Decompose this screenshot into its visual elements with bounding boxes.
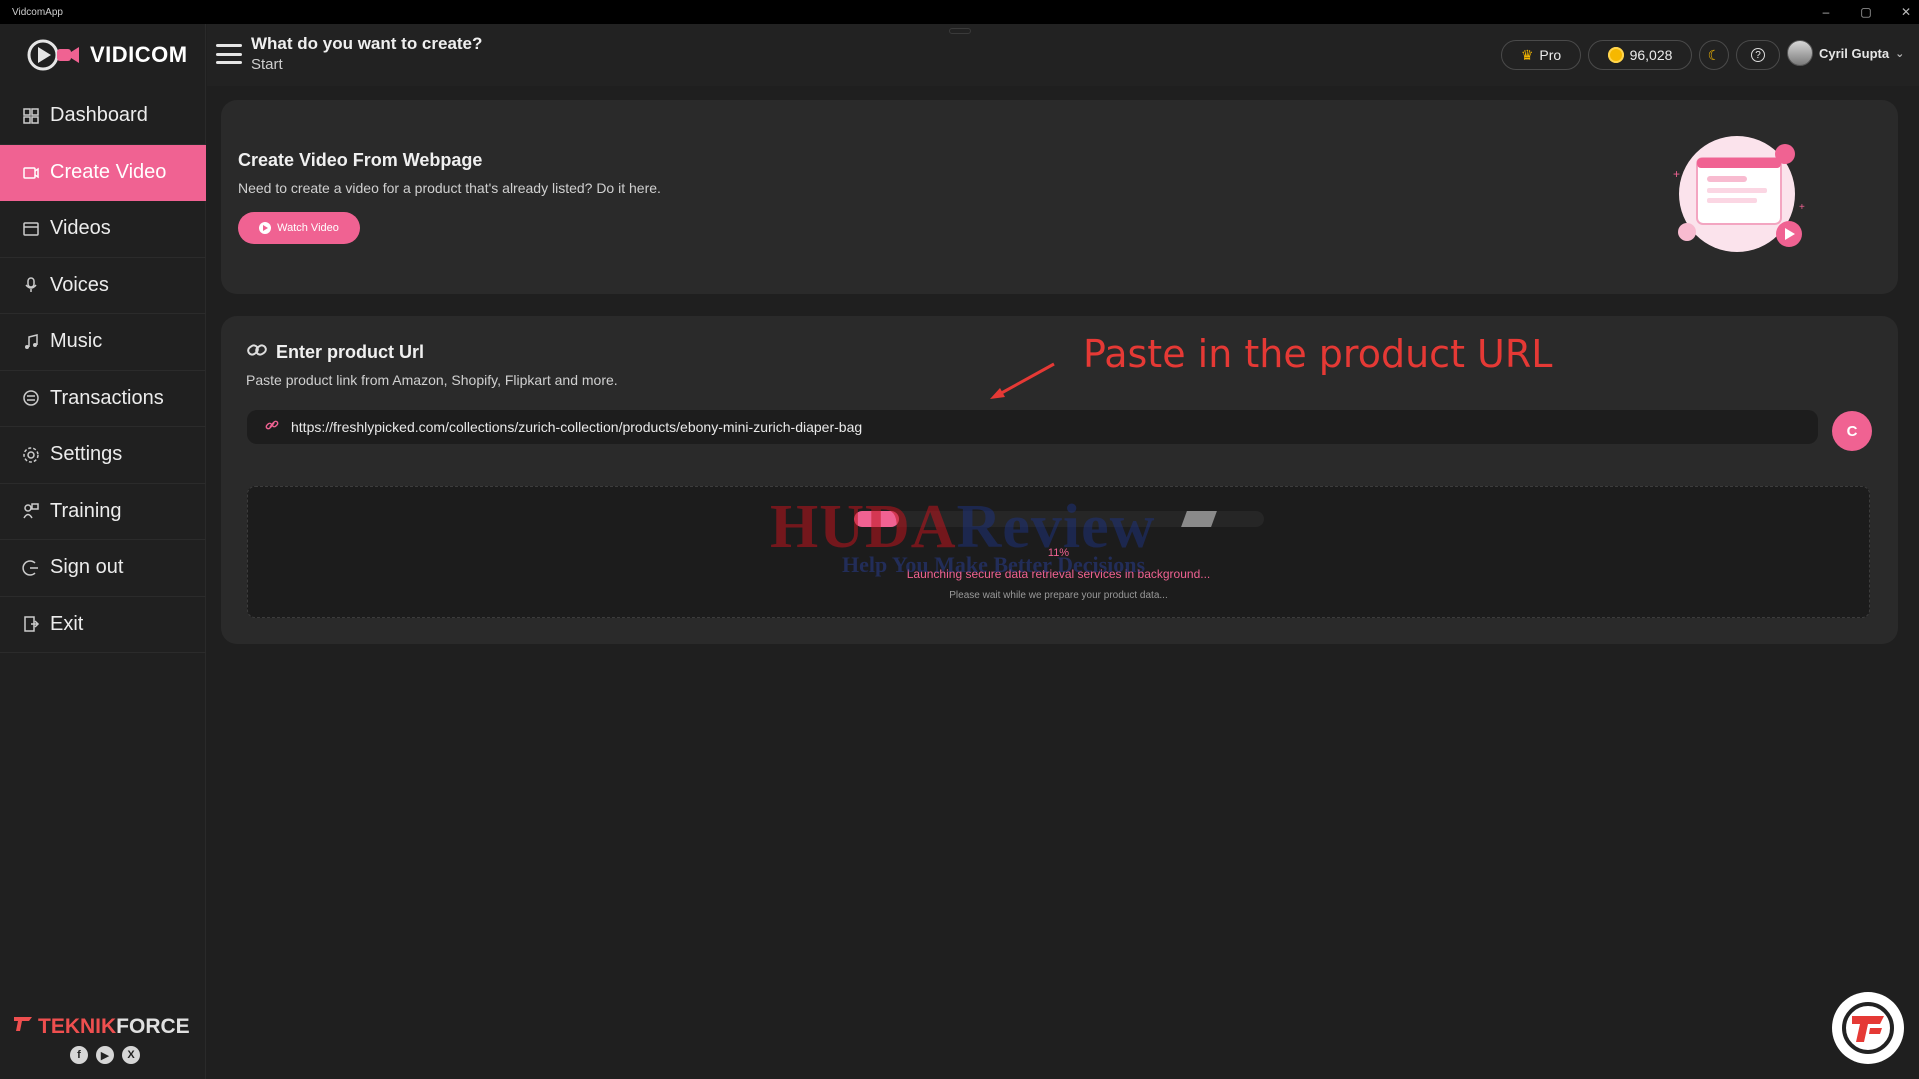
webpage-illustration-icon: + + xyxy=(1667,130,1809,260)
window-title: VidcomApp xyxy=(12,6,63,18)
help-button[interactable]: ? xyxy=(1736,40,1780,70)
theme-toggle[interactable]: ☾ xyxy=(1699,40,1729,70)
help-icon: ? xyxy=(1751,48,1765,62)
progress-status: Launching secure data retrieval services… xyxy=(906,567,1211,581)
x-icon[interactable]: X xyxy=(122,1046,140,1064)
user-name: Cyril Gupta xyxy=(1819,45,1890,61)
social-links: f ▶ X xyxy=(70,1046,190,1064)
minimize-icon[interactable]: – xyxy=(1819,5,1833,19)
sidebar-item-dashboard[interactable]: Dashboard xyxy=(0,88,206,145)
plan-label: Pro xyxy=(1539,47,1562,63)
sidebar-item-label: Voices xyxy=(50,273,109,296)
user-menu[interactable]: Cyril Gupta ⌄ xyxy=(1787,40,1904,66)
teknikforce-logo-icon xyxy=(12,1014,34,1040)
microphone-icon xyxy=(22,276,40,294)
link-icon xyxy=(246,341,268,364)
product-url-card: Enter product Url Paste product link fro… xyxy=(221,316,1898,644)
progress-percent: 11% xyxy=(1047,547,1070,559)
app-logo[interactable]: VIDICOM xyxy=(26,38,188,72)
annotation-arrow-icon xyxy=(990,362,1055,399)
progress-wait-text: Please wait while we prepare your produc… xyxy=(949,590,1168,601)
teknikforce-corner-logo-icon xyxy=(1832,992,1904,1064)
sidebar-item-label: Create Video xyxy=(50,161,167,184)
sidebar-item-settings[interactable]: Settings xyxy=(0,427,206,484)
teknikforce-brand: TEKNIK FORCE f ▶ X xyxy=(12,1014,190,1064)
sidebar-item-voices[interactable]: Voices xyxy=(0,258,206,314)
url-link-icon xyxy=(265,418,279,437)
url-field-wrapper xyxy=(247,410,1818,444)
brand-footer-left: TEKNIK xyxy=(38,1015,117,1038)
product-url-input[interactable] xyxy=(291,410,1818,444)
sidebar-item-create-video[interactable]: Create Video xyxy=(0,144,206,201)
progress-bar xyxy=(854,511,1264,527)
window-controls: – ▢ ✕ xyxy=(1819,0,1913,24)
maximize-icon[interactable]: ▢ xyxy=(1859,5,1873,19)
fetch-product-button[interactable]: C xyxy=(1832,411,1872,451)
play-icon xyxy=(259,222,272,234)
brand-name: VIDICOM xyxy=(90,42,188,67)
avatar xyxy=(1787,40,1813,66)
sidebar-item-exit[interactable]: Exit xyxy=(0,597,206,653)
page-subtitle: Start xyxy=(251,56,283,73)
header: What do you want to create? Start ♛ Pro … xyxy=(207,24,1919,86)
sidebar-item-label: Training xyxy=(50,499,122,522)
dashboard-icon xyxy=(22,107,40,125)
sidebar-item-label: Transactions xyxy=(50,386,164,409)
sidebar-item-label: Dashboard xyxy=(50,104,148,127)
brand-footer-right: FORCE xyxy=(116,1015,190,1038)
sidebar-item-label: Sign out xyxy=(50,556,124,579)
sidebar-item-transactions[interactable]: Transactions xyxy=(0,371,206,427)
close-icon[interactable]: ✕ xyxy=(1899,5,1913,19)
chevron-down-icon: ⌄ xyxy=(1895,47,1905,60)
sign-out-icon xyxy=(22,559,40,577)
crown-icon: ♛ xyxy=(1520,46,1534,63)
sidebar-item-label: Music xyxy=(50,330,103,353)
svg-text:+: + xyxy=(1673,167,1680,181)
sidebar-nav: Dashboard Create Video Videos Voices Mus… xyxy=(0,88,206,653)
plan-badge[interactable]: ♛ Pro xyxy=(1501,40,1581,70)
credits-badge[interactable]: 96,028 xyxy=(1588,40,1692,70)
menu-toggle-icon[interactable] xyxy=(216,44,242,64)
go-label: C xyxy=(1846,422,1858,440)
sidebar-item-music[interactable]: Music xyxy=(0,314,206,371)
moon-icon: ☾ xyxy=(1707,46,1721,63)
sidebar-item-videos[interactable]: Videos xyxy=(0,201,206,258)
url-card-description: Paste product link from Amazon, Shopify,… xyxy=(246,372,618,388)
drag-handle[interactable] xyxy=(949,28,971,34)
sidebar: VIDICOM Dashboard Create Video Videos Vo… xyxy=(0,24,206,1079)
progress-panel: 11% Launching secure data retrieval serv… xyxy=(247,486,1870,618)
sidebar-item-training[interactable]: Training xyxy=(0,484,206,540)
watch-video-button[interactable]: Watch Video xyxy=(238,212,360,244)
facebook-icon[interactable]: f xyxy=(70,1046,88,1064)
progress-shimmer xyxy=(1181,511,1217,527)
webpage-card-title: Create Video From Webpage xyxy=(238,150,483,170)
music-icon xyxy=(22,333,40,351)
gear-icon xyxy=(22,446,40,464)
sidebar-item-sign-out[interactable]: Sign out xyxy=(0,540,206,597)
credits-value: 96,028 xyxy=(1629,47,1673,63)
progress-fill xyxy=(854,511,900,527)
create-video-icon xyxy=(22,164,40,182)
webpage-video-card: Create Video From Webpage Need to create… xyxy=(221,100,1898,294)
sidebar-item-label: Settings xyxy=(50,443,123,466)
webpage-card-description: Need to create a video for a product tha… xyxy=(238,180,661,196)
annotation-text: Paste in the product URL xyxy=(1083,332,1553,376)
svg-text:+: + xyxy=(1799,202,1805,213)
page-title: What do you want to create? xyxy=(251,34,483,53)
training-icon xyxy=(22,502,40,520)
sidebar-item-label: Exit xyxy=(50,612,84,635)
coin-icon xyxy=(1607,47,1624,63)
watch-video-label: Watch Video xyxy=(277,222,339,234)
videos-icon xyxy=(22,220,40,238)
vidicom-logo-icon xyxy=(26,38,82,72)
youtube-icon[interactable]: ▶ xyxy=(96,1046,114,1064)
exit-icon xyxy=(22,615,40,633)
sidebar-item-label: Videos xyxy=(50,217,111,240)
transactions-icon xyxy=(22,389,40,407)
url-card-title: Enter product Url xyxy=(276,342,425,362)
window-titlebar: VidcomApp – ▢ ✕ xyxy=(0,0,1919,24)
